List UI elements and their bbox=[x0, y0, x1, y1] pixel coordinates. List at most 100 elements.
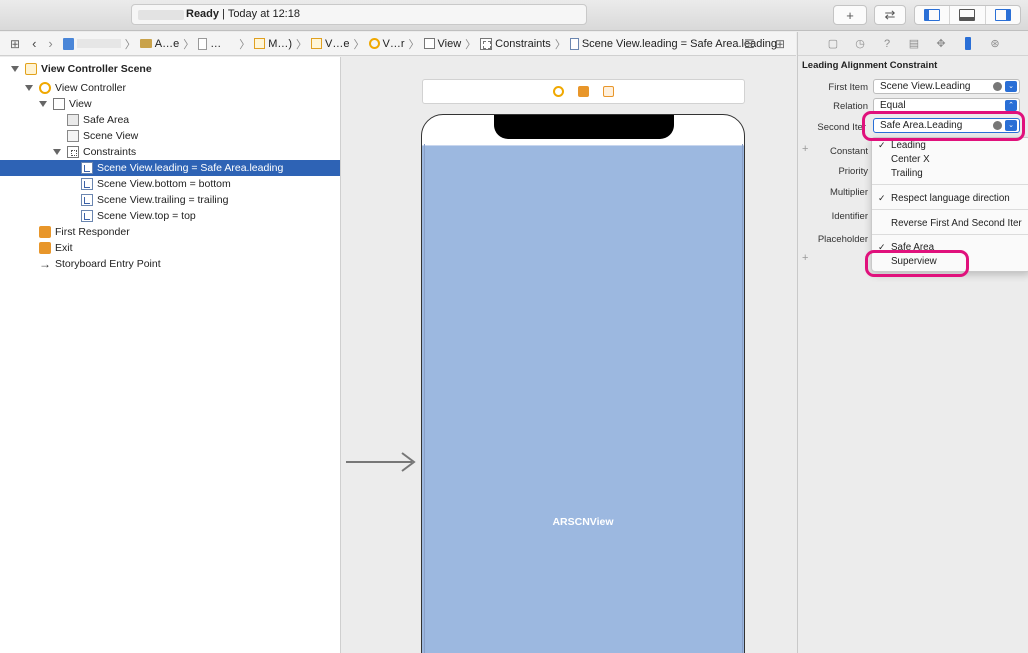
view-icon bbox=[423, 38, 435, 49]
exit-icon[interactable] bbox=[603, 86, 614, 97]
attributes-inspector-icon[interactable]: ✥ bbox=[934, 37, 948, 51]
outline-label: Safe Area bbox=[83, 114, 130, 126]
jumpbar-controller[interactable]: V…r bbox=[368, 38, 405, 50]
outline-first-responder[interactable]: First Responder bbox=[0, 224, 340, 240]
jumpbar-storyboard[interactable]: M…) bbox=[254, 38, 292, 50]
outline-entry-point[interactable]: → Storyboard Entry Point bbox=[0, 256, 340, 272]
help-inspector-icon[interactable]: ? bbox=[880, 37, 894, 51]
scene-dock bbox=[422, 79, 745, 104]
add-variation-icon[interactable]: + bbox=[802, 252, 808, 264]
constraints-icon bbox=[480, 37, 493, 50]
disclosure-icon[interactable] bbox=[39, 101, 47, 107]
constraint-icon bbox=[81, 162, 93, 174]
relation-value: Equal bbox=[880, 100, 906, 111]
multiplier-label: Multiplier bbox=[829, 187, 868, 198]
constraints-icon bbox=[67, 146, 79, 158]
add-library-button[interactable]: + bbox=[833, 5, 867, 25]
size-inspector-icon[interactable] bbox=[961, 37, 975, 51]
first-item-popup[interactable]: Scene View.Leading ⌄ bbox=[873, 79, 1020, 94]
jumpbar-scene[interactable]: V…e bbox=[311, 38, 350, 50]
menu-separator bbox=[872, 184, 1028, 185]
checkmark-icon: ✓ bbox=[878, 193, 886, 203]
checkmark-icon: ✓ bbox=[878, 140, 886, 150]
go-arrow-icon[interactable] bbox=[993, 82, 1002, 91]
first-responder-icon bbox=[39, 226, 51, 238]
first-item-label: First Item bbox=[828, 82, 868, 93]
connections-inspector-icon[interactable]: ⊛ bbox=[988, 37, 1002, 51]
toggle-debug-button[interactable] bbox=[950, 6, 986, 24]
exit-icon bbox=[39, 242, 51, 254]
scene-view-icon bbox=[67, 130, 79, 142]
first-item-value: Scene View.Leading bbox=[880, 81, 971, 92]
arscn-view[interactable]: ARSCNView bbox=[422, 145, 744, 653]
jumpbar-view[interactable]: View bbox=[423, 37, 462, 50]
outline-constraint-leading[interactable]: Scene View.leading = Safe Area.leading bbox=[0, 160, 340, 176]
jumpbar-folder[interactable]: A…e bbox=[139, 37, 180, 50]
menu-item-reverse-items[interactable]: Reverse First And Second Iter bbox=[891, 218, 1022, 229]
view-controller-icon[interactable] bbox=[553, 86, 564, 97]
outline-constraint-bottom[interactable]: Scene View.bottom = bottom bbox=[0, 176, 340, 192]
first-responder-icon[interactable] bbox=[578, 86, 589, 97]
window-toolbar: Ready | Today at 12:18 + ⇄ bbox=[0, 0, 1028, 31]
menu-item-respect-language-direction[interactable]: Respect language direction bbox=[891, 193, 1010, 204]
menu-item-leading[interactable]: Leading bbox=[891, 140, 926, 151]
history-inspector-icon[interactable]: ◷ bbox=[853, 37, 867, 51]
priority-label: Priority bbox=[838, 166, 868, 177]
back-chevron-icon[interactable]: ‹ bbox=[32, 36, 36, 51]
constraint-icon bbox=[81, 210, 93, 222]
toggle-navigator-button[interactable] bbox=[915, 6, 951, 24]
outline-scene[interactable]: View Controller Scene bbox=[0, 61, 340, 77]
outline-constraints[interactable]: Constraints bbox=[0, 144, 340, 160]
highlight-second-item bbox=[862, 111, 1025, 141]
chevron-down-icon: ⌄ bbox=[1005, 81, 1017, 92]
constraint-icon bbox=[81, 178, 93, 190]
identity-inspector-icon[interactable]: ▤ bbox=[907, 37, 921, 51]
add-editor-icon[interactable]: ⊞ bbox=[775, 37, 785, 51]
disclosure-icon[interactable] bbox=[53, 149, 61, 155]
second-item-label: Second Iter bbox=[817, 122, 866, 133]
assistant-arrows-icon: ⇄ bbox=[884, 7, 896, 22]
panel-toggle-group bbox=[914, 5, 1021, 25]
menu-item-center-x[interactable]: Center X bbox=[891, 154, 930, 165]
outline-scene-view[interactable]: Scene View bbox=[0, 128, 340, 144]
outline-label: Scene View bbox=[83, 130, 139, 142]
outline-exit[interactable]: Exit bbox=[0, 240, 340, 256]
document-items-icon[interactable]: ☰ bbox=[744, 37, 755, 51]
related-items-icon[interactable]: ⊞ bbox=[10, 37, 20, 51]
jumpbar-view-label: View bbox=[437, 37, 462, 50]
folder-icon bbox=[139, 39, 152, 48]
scheme-name-blurred bbox=[138, 10, 184, 20]
storyboard-canvas[interactable]: ARSCNView bbox=[341, 57, 796, 653]
outline-constraint-top[interactable]: Scene View.top = top bbox=[0, 208, 340, 224]
jumpbar-project[interactable] bbox=[62, 37, 121, 50]
chevron-updown-icon: ⌃ bbox=[1005, 100, 1017, 111]
inspector-tabs: ▢ ◷ ? ▤ ✥ ⊛ bbox=[798, 32, 1028, 56]
navigator-pane-icon bbox=[924, 9, 941, 21]
outline-label: Scene View.trailing = trailing bbox=[97, 194, 229, 206]
outline-view[interactable]: View bbox=[0, 96, 340, 112]
debug-area-icon bbox=[959, 9, 976, 21]
device-notch bbox=[494, 115, 674, 139]
disclosure-icon[interactable] bbox=[11, 66, 19, 72]
view-controller-icon bbox=[368, 38, 380, 49]
storyboard-icon bbox=[254, 38, 266, 49]
outline-safe-area[interactable]: Safe Area bbox=[0, 112, 340, 128]
jump-bar: ⊞ ‹ › 〉 A…e 〉 … 〉 M…) 〉 V…e 〉 V…r 〉 View… bbox=[0, 32, 796, 56]
file-inspector-icon[interactable]: ▢ bbox=[826, 37, 840, 51]
outline-label: View Controller bbox=[55, 82, 127, 94]
file-icon bbox=[198, 37, 208, 50]
forward-chevron-icon[interactable]: › bbox=[48, 36, 52, 51]
view-icon bbox=[53, 98, 65, 110]
entry-point-arrow-icon[interactable] bbox=[346, 452, 416, 472]
project-icon bbox=[62, 37, 74, 50]
outline-constraint-trailing[interactable]: Scene View.trailing = trailing bbox=[0, 192, 340, 208]
menu-item-trailing[interactable]: Trailing bbox=[891, 168, 923, 179]
device-frame[interactable]: ARSCNView bbox=[421, 114, 745, 653]
jumpbar-constraints[interactable]: Constraints bbox=[480, 37, 551, 50]
disclosure-icon[interactable] bbox=[25, 85, 33, 91]
outline-view-controller[interactable]: View Controller bbox=[0, 80, 340, 96]
assistant-editor-button[interactable]: ⇄ bbox=[874, 5, 906, 25]
toggle-inspector-button[interactable] bbox=[986, 6, 1020, 24]
jumpbar-file[interactable]: … bbox=[198, 37, 221, 50]
jumpbar-folder-label: A…e bbox=[154, 37, 180, 50]
